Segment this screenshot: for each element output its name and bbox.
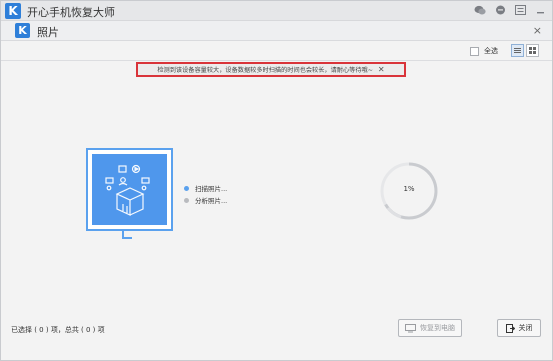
progress-label: 1% (403, 185, 415, 193)
minimize-icon[interactable] (534, 4, 546, 16)
select-all-label[interactable]: 全选 (484, 46, 498, 56)
list-icon (514, 48, 521, 49)
box-illustration-icon (92, 154, 167, 225)
menu-icon[interactable] (514, 4, 526, 16)
step-pending-dot-icon (184, 197, 189, 203)
app-title: 开心手机恢复大师 (27, 6, 115, 19)
close-label: 关闭 (518, 324, 533, 332)
tab-bar: K 照片 × (1, 21, 552, 41)
step-analyze-label: 分析照片... (195, 197, 228, 205)
notice-close-icon[interactable]: ✕ (378, 65, 385, 74)
app-logo-icon: K (5, 3, 21, 19)
scan-steps: 扫描照片... 分析照片... (184, 182, 227, 206)
close-button[interactable]: 关闭 (497, 319, 541, 337)
step-analyze: 分析照片... (184, 194, 227, 206)
tab-close-icon[interactable]: × (533, 24, 542, 37)
computer-icon (405, 323, 416, 332)
restore-to-pc-button[interactable]: 恢复到电脑 (398, 319, 462, 337)
exit-icon (505, 323, 515, 333)
title-bar: K 开心手机恢复大师 (1, 1, 552, 21)
selection-status: 已选择 ( 0 ) 项，总共 ( 0 ) 项 (11, 326, 105, 334)
restore-label: 恢复到电脑 (420, 324, 455, 332)
scan-illustration (86, 148, 173, 231)
grid-icon (529, 47, 536, 54)
step-active-dot-icon (184, 185, 189, 191)
notice-text: 检测到该设备容量较大，设备数据较多时扫描的时间也会较长，请耐心等待哦~ (157, 67, 373, 74)
app-window: K 开心手机恢复大师 K 照片 × 全选 检测到该设备容量较大，设备数据较多时扫… (0, 0, 553, 361)
list-view-button[interactable] (511, 44, 524, 57)
select-all-checkbox[interactable] (470, 47, 479, 56)
wechat-icon[interactable] (474, 4, 486, 16)
tab-logo-icon: K (15, 23, 30, 38)
step-scan-label: 扫描照片... (195, 185, 228, 193)
tab-title: 照片 (37, 26, 59, 39)
step-scan: 扫描照片... (184, 182, 227, 194)
capacity-notice: 检测到该设备容量较大，设备数据较多时扫描的时间也会较长，请耐心等待哦~ ✕ (136, 62, 406, 77)
chat-icon[interactable] (494, 4, 506, 16)
toolbar: 全选 (1, 41, 552, 61)
illustration-bracket (122, 229, 132, 239)
grid-view-button[interactable] (526, 44, 539, 57)
